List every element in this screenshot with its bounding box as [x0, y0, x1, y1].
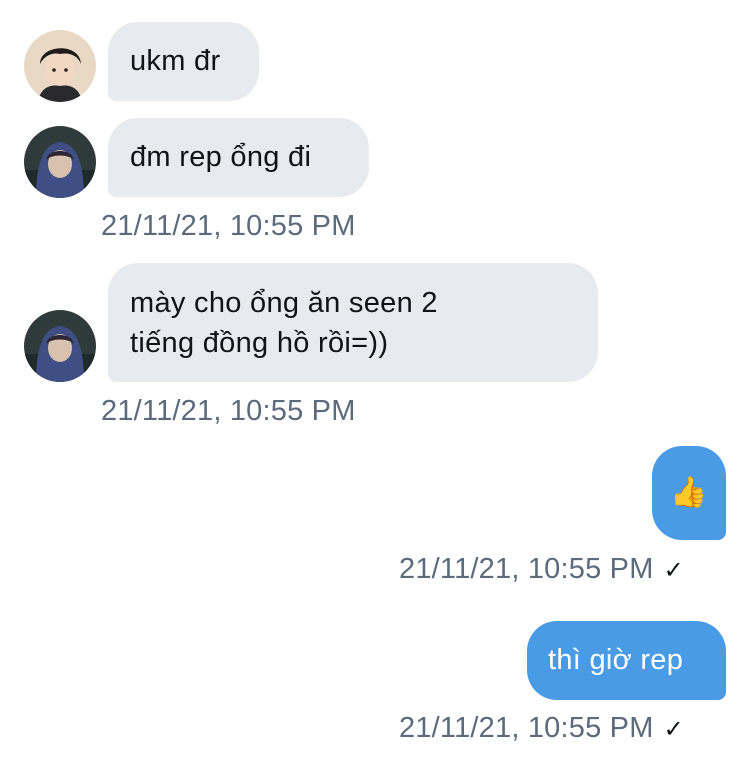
- thumbs-up-emoji: 👍: [670, 476, 708, 509]
- message-timestamp: 21/11/21, 10:55 PM: [399, 712, 654, 744]
- message-timestamp: 21/11/21, 10:55 PM: [399, 553, 654, 585]
- message-text-line: mày cho ổng ăn seen 2: [130, 287, 438, 319]
- message-bubble[interactable]: thì giờ rep: [527, 621, 726, 700]
- message-text: đm rep ổng đi: [130, 141, 312, 173]
- avatar-hooded-person-icon[interactable]: [24, 126, 96, 198]
- avatar-person-dark-hair-icon[interactable]: [24, 30, 96, 102]
- message-timestamp-row: 21/11/21, 10:55 PM ✓: [399, 710, 684, 748]
- message-text: thì giờ rep: [548, 644, 684, 676]
- message-text-line: tiếng đồng hồ rồi=)): [130, 327, 389, 359]
- message-bubble[interactable]: đm rep ổng đi: [108, 118, 369, 197]
- check-icon: ✓: [663, 557, 684, 584]
- message-bubble[interactable]: mày cho ổng ăn seen 2 tiếng đồng hồ rồi=…: [108, 263, 598, 382]
- message-bubble[interactable]: ukm đr: [108, 22, 259, 101]
- message-bubble[interactable]: 👍: [652, 446, 726, 540]
- message-timestamp-row: 21/11/21, 10:55 PM ✓: [399, 551, 684, 589]
- message-timestamp: 21/11/21, 10:55 PM: [101, 210, 356, 242]
- message-text: ukm đr: [130, 45, 221, 77]
- avatar-hooded-person-icon[interactable]: [24, 310, 96, 382]
- message-timestamp: 21/11/21, 10:55 PM: [101, 395, 356, 427]
- check-icon: ✓: [663, 716, 684, 743]
